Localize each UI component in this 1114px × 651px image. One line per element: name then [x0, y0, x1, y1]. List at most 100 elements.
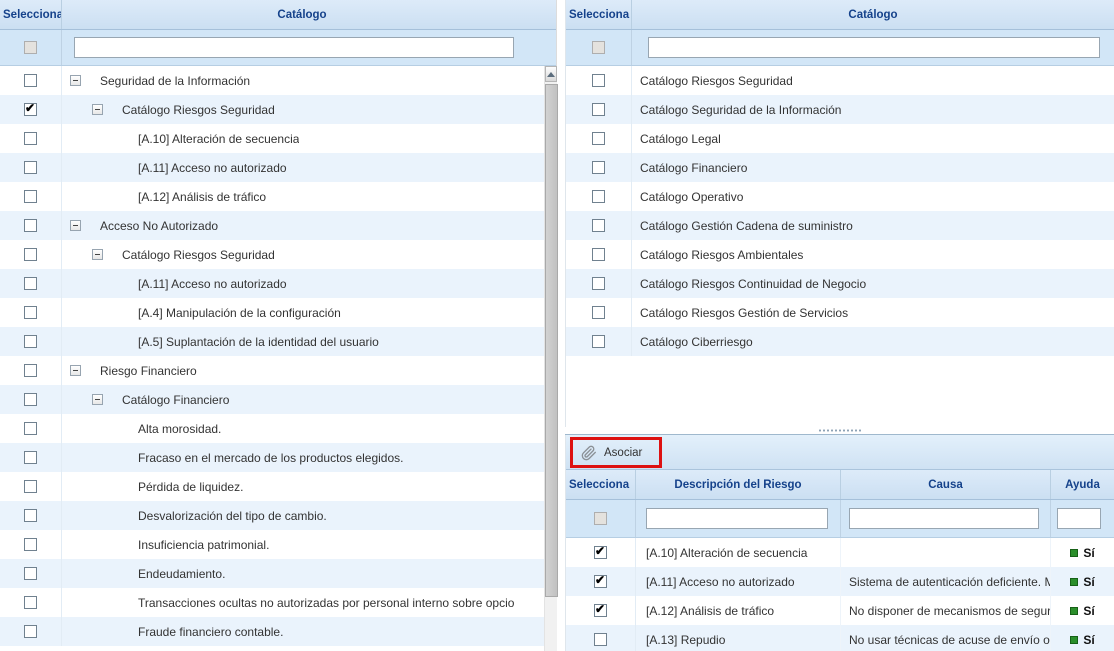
row-checkbox[interactable]	[24, 219, 37, 232]
row-checkbox[interactable]	[592, 219, 605, 232]
ayuda-value: Sí	[1083, 604, 1094, 618]
risk-row: [A.11] Acceso no autorizado Sistema de a…	[566, 567, 1114, 596]
catalog-row-label: Catálogo Riesgos Gestión de Servicios	[632, 306, 848, 320]
tree-cell: Pérdida de liquidez.	[62, 472, 544, 501]
collapse-minus-icon[interactable]	[70, 365, 81, 376]
row-checkbox[interactable]	[592, 248, 605, 261]
green-square-icon	[1070, 607, 1078, 615]
row-checkbox[interactable]	[592, 277, 605, 290]
risk-filter-ayuda-input[interactable]	[1057, 508, 1101, 529]
right-select-all-checkbox[interactable]	[592, 41, 605, 54]
tree-indent	[62, 341, 138, 342]
tree-indent	[62, 573, 138, 574]
row-checkbox[interactable]	[592, 161, 605, 174]
risk-row: [A.13] Repudio No usar técnicas de acuse…	[566, 625, 1114, 651]
annotation-highlight: Asociar	[570, 437, 662, 468]
risk-filter-causa-input[interactable]	[849, 508, 1039, 529]
right-filter-row	[566, 30, 1114, 66]
left-scrollbar[interactable]	[544, 66, 557, 651]
risk-causa-cell: No disponer de mecanismos de seguri	[841, 596, 1051, 625]
row-checkbox[interactable]	[24, 103, 37, 116]
row-checkbox[interactable]	[592, 335, 605, 348]
risk-descripcion-cell: [A.13] Repudio	[636, 625, 841, 651]
scrollbar-thumb[interactable]	[545, 84, 558, 597]
catalog-row: Catálogo Riesgos Seguridad	[566, 66, 1114, 95]
row-select-cell	[0, 269, 62, 298]
right-filter-input-cell	[632, 30, 1114, 65]
catalog-row: Catálogo Operativo	[566, 182, 1114, 211]
tree-cell: Riesgo Financiero	[62, 356, 544, 385]
row-checkbox[interactable]	[24, 509, 37, 522]
left-filter-input[interactable]	[74, 37, 514, 58]
left-grid-header: Selecciona Catálogo	[0, 0, 556, 30]
asociar-button[interactable]: Asociar	[573, 440, 659, 465]
tree-row-label: [A.10] Alteración de secuencia	[138, 132, 299, 146]
row-select-cell	[0, 182, 62, 211]
collapse-minus-icon[interactable]	[70, 75, 81, 86]
risk-select-all-checkbox[interactable]	[594, 512, 607, 525]
row-checkbox[interactable]	[594, 546, 607, 559]
row-checkbox[interactable]	[24, 190, 37, 203]
row-checkbox[interactable]	[24, 538, 37, 551]
right-filter-input[interactable]	[648, 37, 1100, 58]
row-checkbox[interactable]	[24, 451, 37, 464]
collapse-minus-icon[interactable]	[70, 220, 81, 231]
row-checkbox[interactable]	[24, 306, 37, 319]
row-checkbox[interactable]	[594, 604, 607, 617]
collapse-minus-icon[interactable]	[92, 249, 103, 260]
catalog-tree-row: [A.11] Acceso no autorizado	[0, 269, 544, 298]
row-checkbox[interactable]	[592, 103, 605, 116]
row-checkbox[interactable]	[592, 190, 605, 203]
row-checkbox[interactable]	[24, 248, 37, 261]
row-checkbox[interactable]	[592, 74, 605, 87]
left-filter-row	[0, 30, 556, 66]
collapse-minus-icon[interactable]	[92, 104, 103, 115]
right-header-selecciona: Selecciona	[566, 0, 632, 29]
asociar-label: Asociar	[604, 447, 642, 459]
catalog-tree-row: Pérdida de liquidez.	[0, 472, 544, 501]
collapse-minus-icon[interactable]	[92, 394, 103, 405]
row-checkbox[interactable]	[24, 364, 37, 377]
row-select-cell	[0, 240, 62, 269]
row-select-cell	[0, 530, 62, 559]
row-checkbox[interactable]	[594, 633, 607, 646]
row-checkbox[interactable]	[24, 277, 37, 290]
row-checkbox[interactable]	[24, 625, 37, 638]
tree-cell: [A.10] Alteración de secuencia	[62, 124, 544, 153]
catalog-row: Catálogo Financiero	[566, 153, 1114, 182]
catalog-cell: Catálogo Riesgos Seguridad	[632, 66, 1114, 95]
catalog-row-label: Catálogo Riesgos Ambientales	[632, 248, 803, 262]
tree-indent	[62, 428, 138, 429]
tree-row-label: Acceso No Autorizado	[100, 219, 218, 233]
row-checkbox[interactable]	[24, 132, 37, 145]
green-square-icon	[1070, 578, 1078, 586]
catalog-cell: Catálogo Legal	[632, 124, 1114, 153]
row-checkbox[interactable]	[592, 306, 605, 319]
row-checkbox[interactable]	[24, 596, 37, 609]
scroll-up-button[interactable]	[545, 66, 557, 82]
row-checkbox[interactable]	[24, 393, 37, 406]
tree-cell: Alta morosidad.	[62, 414, 544, 443]
row-checkbox[interactable]	[594, 575, 607, 588]
row-checkbox[interactable]	[24, 567, 37, 580]
row-checkbox[interactable]	[24, 335, 37, 348]
row-select-cell	[0, 95, 62, 124]
left-select-all-checkbox[interactable]	[24, 41, 37, 54]
risk-causa-cell: Sistema de autenticación deficiente. Ma	[841, 567, 1051, 596]
tree-cell: Fracaso en el mercado de los productos e…	[62, 443, 544, 472]
tree-cell: [A.11] Acceso no autorizado	[62, 269, 544, 298]
row-checkbox[interactable]	[592, 132, 605, 145]
catalog-tree-row: Catálogo Financiero	[0, 385, 544, 414]
row-checkbox[interactable]	[24, 161, 37, 174]
catalog-row-label: Catálogo Gestión Cadena de suministro	[632, 219, 853, 233]
row-checkbox[interactable]	[24, 480, 37, 493]
catalog-tree-row: [A.12] Análisis de tráfico	[0, 182, 544, 211]
row-checkbox[interactable]	[24, 74, 37, 87]
tree-row-label: [A.12] Análisis de tráfico	[138, 190, 266, 204]
up-arrow-icon	[547, 72, 555, 77]
risk-header-ayuda: Ayuda	[1051, 470, 1114, 499]
row-checkbox[interactable]	[24, 422, 37, 435]
risk-filter-descripcion-input[interactable]	[646, 508, 828, 529]
horizontal-splitter[interactable]	[565, 427, 1114, 435]
catalog-tree-row: Desvalorización del tipo de cambio.	[0, 501, 544, 530]
